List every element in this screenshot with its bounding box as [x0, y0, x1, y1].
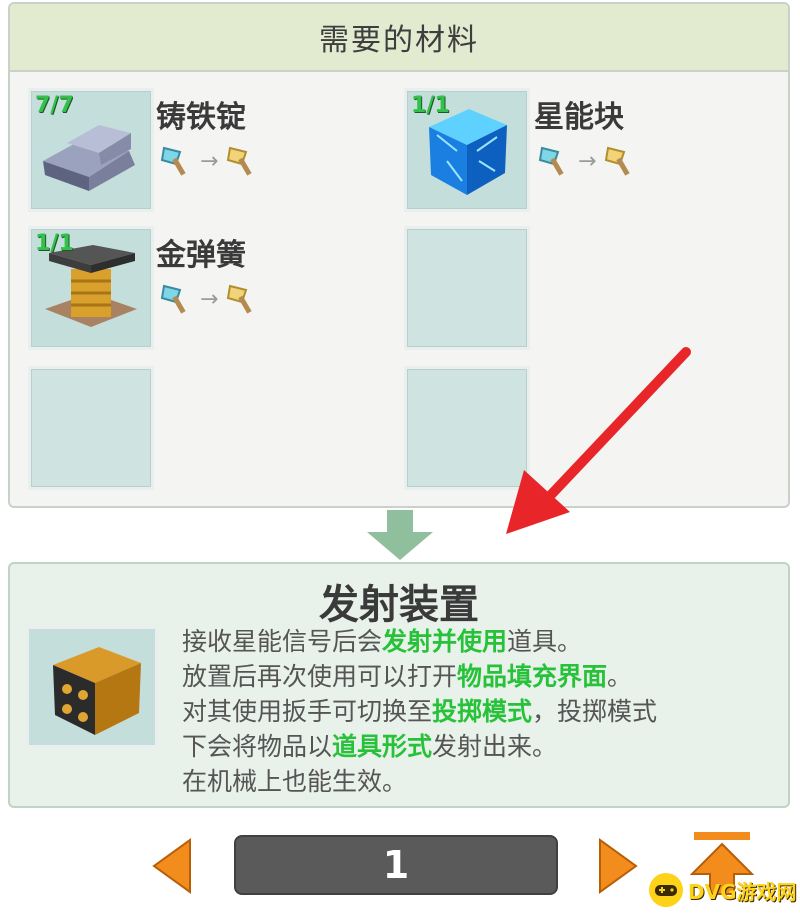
description-highlight: 道具形式	[332, 732, 433, 761]
product-title: 发射装置	[319, 582, 479, 628]
description-line: 放置后再次使用可以打开物品填充界面。	[182, 659, 782, 694]
description-text: 放置后再次使用可以打开	[182, 662, 458, 691]
description-text: 对其使用扳手可切换至	[182, 697, 433, 726]
craft-down-arrow-icon	[367, 510, 433, 560]
description-text: 下会将物品以	[182, 732, 333, 761]
page-number: 1	[382, 843, 410, 887]
description-line: 在机械上也能生效。	[182, 764, 782, 799]
next-page-button[interactable]	[598, 838, 638, 894]
product-panel: 发射装置 接收星能信号后会发射并使用道具。 放置后再次使用可以打开物品填充界面。对…	[8, 562, 790, 808]
description-text: 。	[607, 662, 633, 691]
launcher-block-icon	[53, 647, 141, 735]
prev-page-button[interactable]	[152, 838, 192, 894]
description-highlight: 物品填充界面	[457, 662, 608, 691]
description-text: 接收星能信号后会	[182, 627, 383, 656]
description-highlight: 投掷模式	[432, 697, 533, 726]
watermark-text: DVG游戏网	[688, 879, 797, 904]
description-highlight: 发射并使用	[382, 627, 508, 656]
description-line: 对其使用扳手可切换至投掷模式，投掷模式	[182, 694, 782, 729]
description-text: 在机械上也能生效。	[182, 767, 408, 796]
description-line: 接收星能信号后会发射并使用道具。	[182, 624, 782, 659]
product-description: 接收星能信号后会发射并使用道具。 放置后再次使用可以打开物品填充界面。 对其使用扳手…	[182, 624, 782, 804]
description-text: 发射出来。	[432, 732, 558, 761]
description-text: ，投掷模式	[532, 697, 658, 726]
description-line: 下会将物品以道具形式发射出来。	[182, 729, 782, 764]
gamepad-logo-icon	[649, 873, 683, 907]
site-watermark: DVG游戏网	[648, 868, 798, 912]
description-text: 道具。	[507, 627, 583, 656]
page-number-display: 1	[234, 835, 558, 895]
product-slot[interactable]	[26, 626, 158, 748]
